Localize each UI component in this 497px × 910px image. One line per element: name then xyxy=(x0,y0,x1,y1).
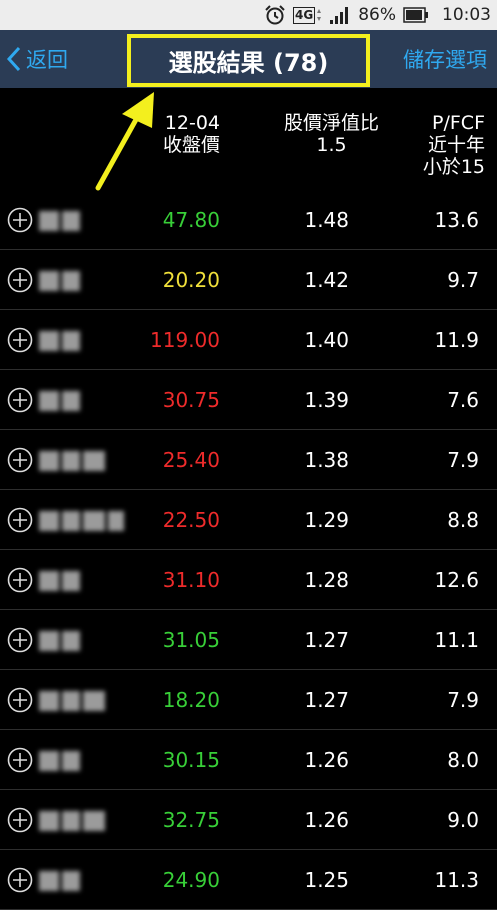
stock-row[interactable]: 47.80 1.48 13.6 xyxy=(0,190,497,250)
stock-row[interactable]: 24.90 1.25 11.3 xyxy=(0,850,497,910)
close-price-cell: 32.75 xyxy=(162,808,220,832)
pfcf-cell: 9.7 xyxy=(447,268,479,292)
battery-percent: 86% xyxy=(358,5,396,25)
add-watchlist-icon[interactable] xyxy=(7,507,33,533)
result-list: 47.80 1.48 13.6 20.20 1.42 9.7 119.00 1.40 11.9 3… xyxy=(0,190,497,910)
status-icons: 4G 86% 10:03 xyxy=(264,0,491,30)
page-title: 選股結果 (78) xyxy=(127,34,370,87)
add-watchlist-icon[interactable] xyxy=(7,567,33,593)
stock-name-redacted xyxy=(39,328,80,354)
close-price-cell: 31.05 xyxy=(162,628,220,652)
stock-row[interactable]: 32.75 1.26 9.0 xyxy=(0,790,497,850)
save-options-label: 儲存選項 xyxy=(403,48,487,72)
add-watchlist-icon[interactable] xyxy=(7,387,33,413)
stock-name-redacted xyxy=(39,688,105,714)
pfcf-cell: 11.1 xyxy=(434,628,479,652)
pb-ratio-cell: 1.42 xyxy=(304,268,349,292)
close-price-cell: 24.90 xyxy=(162,868,220,892)
column-header-pfcf-line: 小於15 xyxy=(422,156,485,178)
stock-row[interactable]: 22.50 1.29 8.8 xyxy=(0,490,497,550)
pfcf-cell: 7.9 xyxy=(447,688,479,712)
pb-ratio-cell: 1.26 xyxy=(304,748,349,772)
stock-row[interactable]: 18.20 1.27 7.9 xyxy=(0,670,497,730)
close-price-cell: 47.80 xyxy=(162,208,220,232)
column-header-pfcf[interactable]: P/FCF 近十年 小於15 xyxy=(423,112,485,178)
add-watchlist-icon[interactable] xyxy=(7,327,33,353)
pb-ratio-cell: 1.48 xyxy=(304,208,349,232)
column-header-pfcf-line: 近十年 xyxy=(427,134,485,156)
stock-name-redacted xyxy=(39,388,80,414)
add-watchlist-icon[interactable] xyxy=(7,267,33,293)
stock-name-redacted xyxy=(39,268,80,294)
pfcf-cell: 12.6 xyxy=(434,568,479,592)
add-watchlist-icon[interactable] xyxy=(7,807,33,833)
pfcf-cell: 9.0 xyxy=(447,808,479,832)
column-header-price-line: 12-04 xyxy=(164,112,220,134)
stock-row[interactable]: 31.05 1.27 11.1 xyxy=(0,610,497,670)
stock-row[interactable]: 30.75 1.39 7.6 xyxy=(0,370,497,430)
stock-name-redacted xyxy=(39,568,80,594)
stock-name-redacted xyxy=(39,448,105,474)
back-label: 返回 xyxy=(26,48,68,72)
pb-ratio-cell: 1.38 xyxy=(304,448,349,472)
close-price-cell: 22.50 xyxy=(162,508,220,532)
pfcf-cell: 11.3 xyxy=(434,868,479,892)
stock-row[interactable]: 31.10 1.28 12.6 xyxy=(0,550,497,610)
stock-name-redacted xyxy=(39,208,80,234)
stock-name-redacted xyxy=(39,508,124,534)
signal-strength-icon xyxy=(330,7,349,24)
close-price-cell: 18.20 xyxy=(162,688,220,712)
status-bar: 4G 86% 10:03 xyxy=(0,0,497,30)
annotation-arrow-icon xyxy=(95,92,154,191)
column-header-price-line: 收盤價 xyxy=(162,134,220,156)
pb-ratio-cell: 1.27 xyxy=(304,628,349,652)
pb-ratio-cell: 1.26 xyxy=(304,808,349,832)
pfcf-cell: 11.9 xyxy=(434,328,479,352)
close-price-cell: 30.75 xyxy=(162,388,220,412)
close-price-cell: 30.15 xyxy=(162,748,220,772)
pfcf-cell: 13.6 xyxy=(434,208,479,232)
pfcf-cell: 8.0 xyxy=(447,748,479,772)
column-header-pfcf-line: P/FCF xyxy=(432,112,485,134)
column-header-pb[interactable]: 股價淨值比 1.5 xyxy=(284,112,379,156)
stock-name-redacted xyxy=(39,808,105,834)
add-watchlist-icon[interactable] xyxy=(7,207,33,233)
add-watchlist-icon[interactable] xyxy=(7,627,33,653)
stock-row[interactable]: 119.00 1.40 11.9 xyxy=(0,310,497,370)
pb-ratio-cell: 1.27 xyxy=(304,688,349,712)
page-title-text: 選股結果 (78) xyxy=(168,49,329,77)
stock-row[interactable]: 20.20 1.42 9.7 xyxy=(0,250,497,310)
close-price-cell: 119.00 xyxy=(150,328,220,352)
network-type-icon: 4G xyxy=(293,6,322,24)
add-watchlist-icon[interactable] xyxy=(7,747,33,773)
add-watchlist-icon[interactable] xyxy=(7,687,33,713)
alarm-clock-icon xyxy=(265,5,285,25)
column-header-price[interactable]: 12-04 收盤價 xyxy=(163,112,220,156)
pfcf-cell: 8.8 xyxy=(447,508,479,532)
close-price-cell: 31.10 xyxy=(162,568,220,592)
pb-ratio-cell: 1.40 xyxy=(304,328,349,352)
stock-row[interactable]: 25.40 1.38 7.9 xyxy=(0,430,497,490)
stock-name-redacted xyxy=(39,748,80,774)
save-options-button[interactable]: 儲存選項 xyxy=(403,30,487,88)
add-watchlist-icon[interactable] xyxy=(7,447,33,473)
battery-icon xyxy=(403,7,428,23)
close-price-cell: 20.20 xyxy=(162,268,220,292)
pfcf-cell: 7.6 xyxy=(447,388,479,412)
stock-name-redacted xyxy=(39,628,80,654)
stock-name-redacted xyxy=(39,868,80,894)
close-price-cell: 25.40 xyxy=(162,448,220,472)
pb-ratio-cell: 1.29 xyxy=(304,508,349,532)
pb-ratio-cell: 1.25 xyxy=(304,868,349,892)
chevron-left-icon xyxy=(6,46,21,72)
add-watchlist-icon[interactable] xyxy=(7,867,33,893)
pb-ratio-cell: 1.28 xyxy=(304,568,349,592)
stock-row[interactable]: 30.15 1.26 8.0 xyxy=(0,730,497,790)
column-header-pb-line: 股價淨值比 xyxy=(283,112,379,134)
pb-ratio-cell: 1.39 xyxy=(304,388,349,412)
column-header-pb-line: 1.5 xyxy=(316,134,347,156)
back-button[interactable]: 返回 xyxy=(6,30,68,88)
pfcf-cell: 7.9 xyxy=(447,448,479,472)
clock-time: 10:03 xyxy=(442,5,491,25)
